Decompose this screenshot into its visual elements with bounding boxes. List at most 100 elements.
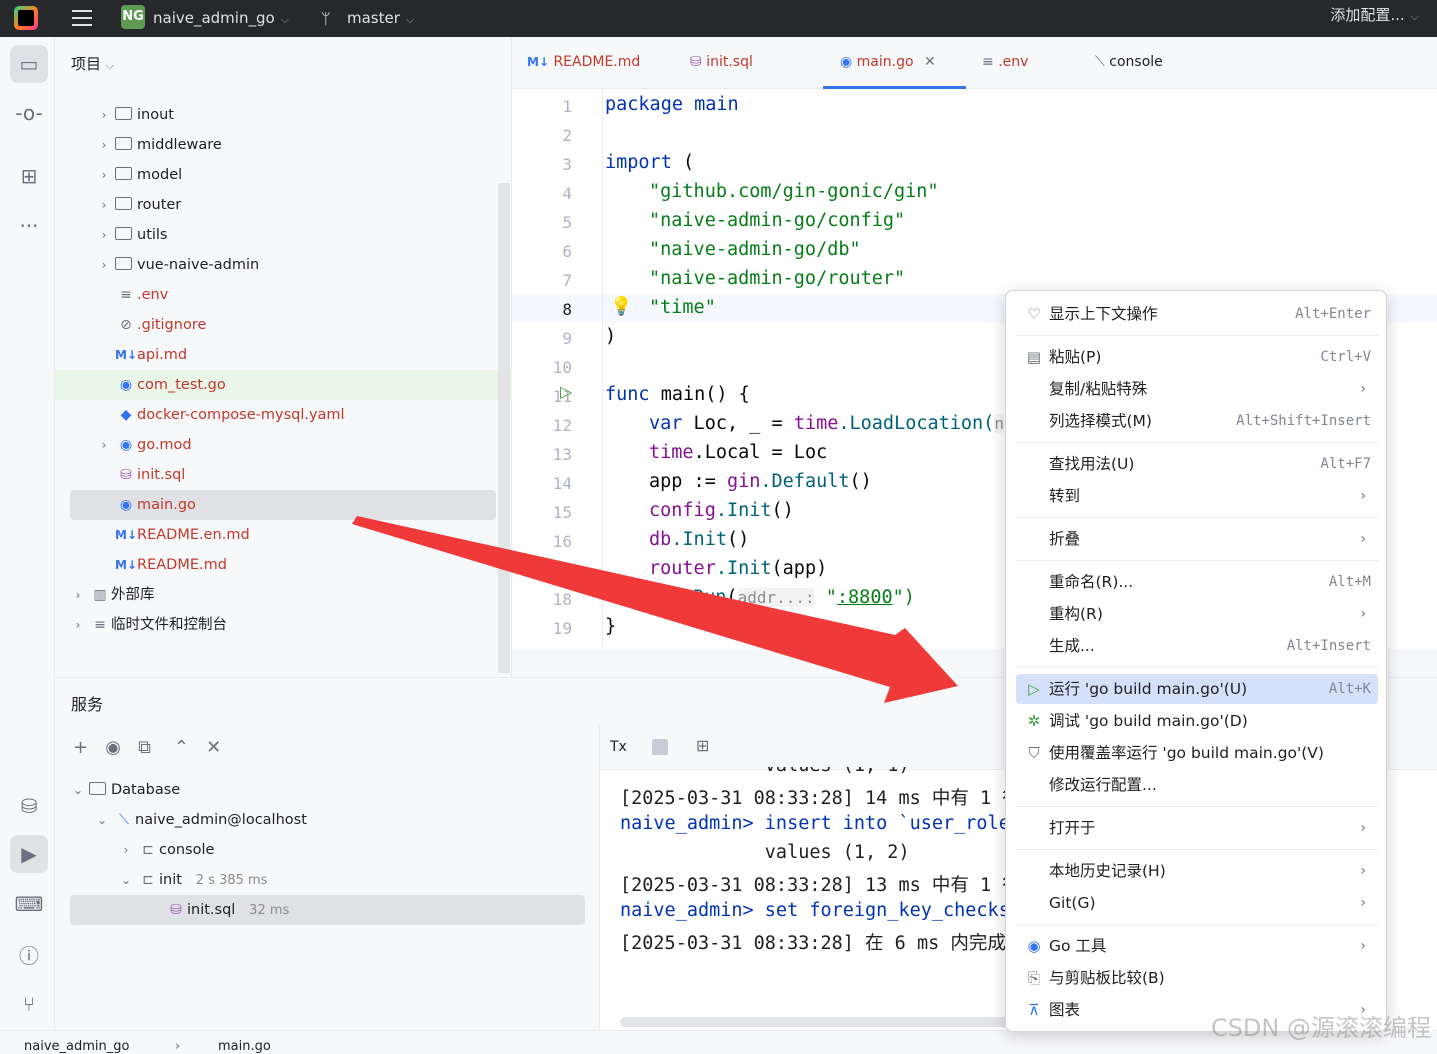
menu-rename[interactable]: 重命名(R)... Alt+M: [1016, 567, 1378, 597]
expand-arrow-icon[interactable]: ⌄: [115, 865, 137, 895]
close-icon[interactable]: ✕: [924, 54, 936, 70]
menu-show-context-actions[interactable]: ♡ 显示上下文操作 Alt+Enter: [1016, 299, 1378, 329]
breadcrumb-project[interactable]: naive_admin_go: [24, 1039, 129, 1054]
code-line[interactable]: "naive-admin-go/router": [649, 268, 905, 289]
project-badge[interactable]: NG: [121, 5, 145, 29]
tab-main-go[interactable]: ◉ main.go ✕: [840, 54, 936, 70]
branch-switcher[interactable]: master ⌵: [347, 9, 414, 27]
problems-icon[interactable]: ⓘ: [10, 935, 48, 973]
tree-file-main-go[interactable]: ◉ main.go: [70, 490, 496, 520]
expand-arrow-icon[interactable]: ›: [67, 580, 89, 610]
expand-arrow-icon[interactable]: ›: [93, 100, 115, 130]
commit-icon[interactable]: -o-: [10, 94, 48, 132]
tree-folder-middleware[interactable]: › middleware: [93, 130, 222, 160]
run-config-dropdown[interactable]: 添加配置... ⌵: [1330, 4, 1419, 25]
tab-env[interactable]: ≡ .env: [982, 54, 1028, 70]
tree-file-init-sql[interactable]: ⛁ init.sql: [115, 460, 185, 490]
tree-folder-vue-naive-admin[interactable]: › vue-naive-admin: [93, 250, 259, 280]
code-line[interactable]: app := gin.Default(): [649, 471, 872, 492]
git-icon[interactable]: ⑂: [10, 985, 48, 1023]
menu-paste[interactable]: ▤ 粘贴(P) Ctrl+V: [1016, 342, 1378, 372]
code-line[interactable]: package main: [605, 94, 739, 115]
tx-mode-button[interactable]: Tx: [610, 739, 627, 755]
services-icon[interactable]: ▶: [10, 835, 48, 873]
code-line[interactable]: func main() {: [605, 384, 750, 405]
project-panel-title[interactable]: 项目 ⌵: [71, 53, 114, 74]
tree-file-api-md[interactable]: M↓api.md: [115, 340, 187, 370]
expand-arrow-icon[interactable]: ›: [115, 835, 137, 865]
tree-file-env[interactable]: ≡ .env: [115, 280, 168, 310]
svc-connection[interactable]: ⌄ ⟍ naive_admin@localhost: [91, 805, 307, 835]
tree-folder-model[interactable]: › model: [93, 160, 182, 190]
layout-icon[interactable]: ⊞: [696, 736, 709, 755]
tree-file-readme-en[interactable]: M↓README.en.md: [115, 520, 250, 550]
code-line[interactable]: db.Init(): [649, 529, 749, 550]
code-line[interactable]: "naive-admin-go/config": [649, 210, 905, 231]
expand-arrow-icon[interactable]: ›: [93, 190, 115, 220]
new-tab-icon[interactable]: ⧉: [138, 737, 151, 758]
menu-debug[interactable]: ✲ 调试 'go build main.go'(D): [1016, 706, 1378, 736]
menu-go-tools[interactable]: ◉ Go 工具 ›: [1016, 931, 1378, 961]
menu-folding[interactable]: 折叠 ›: [1016, 524, 1378, 554]
expand-arrow-icon[interactable]: ⌄: [67, 775, 89, 805]
project-scrollbar[interactable]: [498, 183, 510, 673]
svc-init[interactable]: ⌄ ⊏ init 2 s 385 ms: [115, 865, 268, 895]
eye-icon[interactable]: ◉: [105, 737, 121, 758]
svc-database[interactable]: ⌄ Database: [67, 775, 180, 805]
code-line[interactable]: }: [605, 616, 616, 637]
run-gutter-icon[interactable]: ▷: [560, 382, 572, 401]
code-line[interactable]: "time": [649, 297, 716, 318]
expand-all-icon[interactable]: ⌃: [174, 737, 189, 758]
code-line[interactable]: ): [605, 326, 616, 347]
menu-find-usages[interactable]: 查找用法(U) Alt+F7: [1016, 449, 1378, 479]
tree-file-docker-compose[interactable]: ◆ docker-compose-mysql.yaml: [115, 400, 345, 430]
code-line[interactable]: config.Init(): [649, 500, 794, 521]
expand-arrow-icon[interactable]: ›: [93, 130, 115, 160]
expand-arrow-icon[interactable]: ⌄: [91, 805, 113, 835]
main-menu-icon[interactable]: [72, 10, 92, 26]
expand-arrow-icon[interactable]: ›: [93, 220, 115, 250]
goland-logo-icon[interactable]: [14, 6, 38, 30]
expand-arrow-icon[interactable]: ›: [67, 610, 89, 640]
console-scrollbar[interactable]: [620, 1017, 1020, 1027]
menu-goto[interactable]: 转到 ›: [1016, 481, 1378, 511]
tree-external-libraries[interactable]: › ▥ 外部库: [67, 580, 155, 610]
tree-folder-inout[interactable]: › inout: [93, 100, 174, 130]
project-folder-icon[interactable]: ▭: [10, 45, 48, 83]
menu-generate[interactable]: 生成... Alt+Insert: [1016, 631, 1378, 661]
menu-refactor[interactable]: 重构(R) ›: [1016, 599, 1378, 629]
tree-folder-router[interactable]: › router: [93, 190, 181, 220]
menu-column-selection[interactable]: 列选择模式(M) Alt+Shift+Insert: [1016, 406, 1378, 436]
tree-file-com-test-go[interactable]: ◉ com_test.go: [55, 370, 512, 400]
structure-icon[interactable]: ⊞: [10, 157, 48, 195]
code-line[interactable]: Run(addr...: ":8800"): [693, 587, 915, 608]
code-line[interactable]: "github.com/gin-gonic/gin": [649, 181, 939, 202]
lightbulb-icon[interactable]: 💡: [610, 296, 632, 317]
expand-arrow-icon[interactable]: ›: [93, 430, 115, 460]
tree-file-gitignore[interactable]: ⊘ .gitignore: [115, 310, 206, 340]
collapse-all-icon[interactable]: ✕: [206, 737, 221, 758]
tree-file-readme[interactable]: M↓README.md: [115, 550, 227, 580]
menu-modify-run-config[interactable]: 修改运行配置...: [1016, 770, 1378, 800]
more-tools-icon[interactable]: ···: [10, 207, 48, 245]
tab-console[interactable]: ⟍ console: [1095, 54, 1163, 70]
expand-arrow-icon[interactable]: ›: [93, 160, 115, 190]
menu-git[interactable]: Git(G) ›: [1016, 888, 1378, 918]
menu-run-coverage[interactable]: ⛉ 使用覆盖率运行 'go build main.go'(V): [1016, 738, 1378, 768]
add-service-icon[interactable]: +: [73, 737, 88, 758]
menu-run[interactable]: ▷ 运行 'go build main.go'(U) Alt+K: [1016, 674, 1378, 704]
terminal-icon[interactable]: ⌨: [10, 885, 48, 923]
database-icon[interactable]: ⛁: [10, 787, 48, 825]
svc-init-sql[interactable]: ⛁ init.sql 32 ms: [70, 895, 585, 925]
tab-readme-md[interactable]: M↓ README.md: [527, 54, 640, 70]
code-line[interactable]: time.Local = Loc: [649, 442, 827, 463]
breadcrumb-file[interactable]: main.go: [218, 1039, 271, 1054]
menu-compare-clipboard[interactable]: ⎘ 与剪贴板比较(B): [1016, 963, 1378, 993]
code-line[interactable]: var Loc, _ = time.LoadLocation(n: [649, 413, 1004, 434]
code-line[interactable]: router.Init(app): [649, 558, 827, 579]
tab-init-sql[interactable]: ⛁ init.sql: [690, 54, 753, 70]
project-switcher[interactable]: naive_admin_go ⌵: [153, 9, 289, 27]
menu-local-history[interactable]: 本地历史记录(H) ›: [1016, 856, 1378, 886]
menu-copy-paste-special[interactable]: 复制/粘贴特殊 ›: [1016, 374, 1378, 404]
svc-console[interactable]: › ⊏ console: [115, 835, 215, 865]
